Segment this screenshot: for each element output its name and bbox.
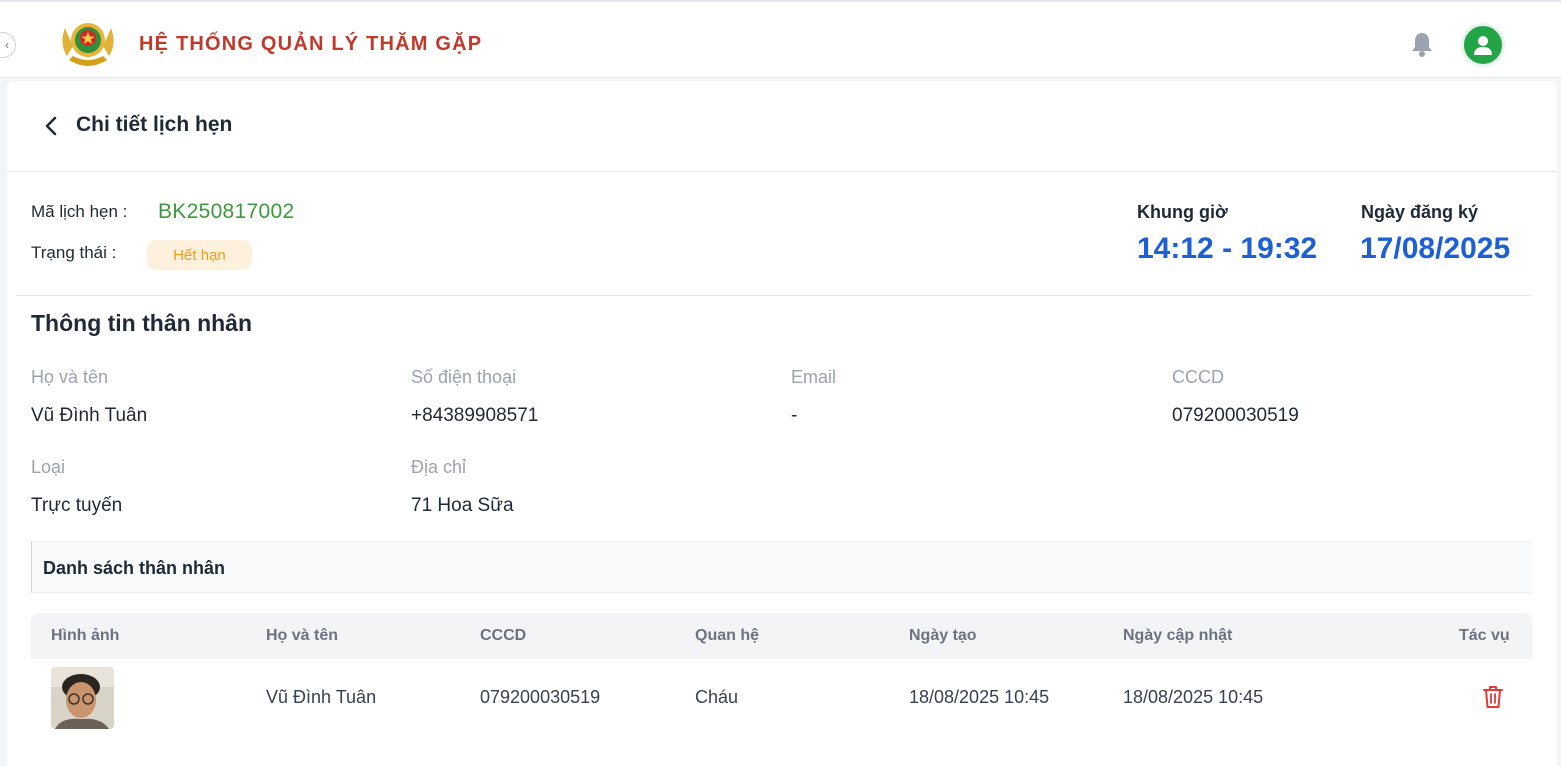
column-header-photo: Hình ảnh bbox=[51, 627, 120, 644]
page-title: Chi tiết lịch hẹn bbox=[76, 113, 233, 136]
table-header: Hình ảnh Họ và tên CCCD Quan hệ Ngày tạo… bbox=[31, 613, 1532, 659]
top-bar: ‹ HỆ THỐNG QUẢN LÝ THĂM GẶP bbox=[0, 0, 1561, 78]
field-value-fullname: Vũ Đình Tuân bbox=[31, 405, 148, 426]
trash-icon[interactable] bbox=[1481, 684, 1505, 710]
back-arrow-icon[interactable] bbox=[41, 115, 61, 137]
column-header-id: CCCD bbox=[480, 627, 527, 644]
booking-code-label: Mã lịch hẹn : bbox=[31, 202, 128, 221]
field-value-phone: +84389908571 bbox=[411, 405, 539, 426]
time-slot-label: Khung giờ bbox=[1137, 202, 1228, 222]
user-icon bbox=[1474, 36, 1492, 55]
app-title: HỆ THỐNG QUẢN LÝ THĂM GẶP bbox=[139, 33, 483, 55]
bell-icon[interactable] bbox=[1409, 30, 1435, 58]
relatives-list-header: Danh sách thân nhân bbox=[31, 541, 1532, 593]
column-header-updated: Ngày cập nhật bbox=[1123, 627, 1233, 644]
column-header-created: Ngày tạo bbox=[909, 627, 977, 644]
relative-info-title: Thông tin thân nhân bbox=[31, 310, 253, 336]
field-value-address: 71 Hoa Sữa bbox=[411, 495, 514, 516]
field-value-id: 079200030519 bbox=[1172, 405, 1299, 426]
sidebar-collapse-button[interactable]: ‹ bbox=[0, 32, 16, 58]
column-header-name: Họ và tên bbox=[266, 627, 339, 644]
cell-id: 079200030519 bbox=[480, 687, 601, 707]
booking-detail-card: Chi tiết lịch hẹn Mã lịch hẹn : BK250817… bbox=[7, 81, 1557, 766]
status-badge: Hết hạn bbox=[147, 240, 252, 270]
cell-name: Vũ Đình Tuân bbox=[266, 687, 377, 707]
booking-code-value: BK250817002 bbox=[158, 200, 295, 223]
status-label: Trạng thái : bbox=[31, 243, 117, 262]
column-header-relation: Quan hệ bbox=[695, 627, 760, 644]
cell-updated: 18/08/2025 10:45 bbox=[1123, 687, 1264, 707]
field-label-address: Địa chỉ bbox=[411, 457, 467, 477]
field-label-type: Loại bbox=[31, 457, 66, 477]
column-header-actions: Tác vụ bbox=[1459, 627, 1510, 644]
divider bbox=[16, 295, 1531, 296]
time-slot-value: 14:12 - 19:32 bbox=[1137, 232, 1318, 265]
relative-photo[interactable] bbox=[51, 667, 114, 729]
field-label-fullname: Họ và tên bbox=[31, 367, 109, 387]
field-value-type: Trực tuyến bbox=[31, 495, 123, 516]
relatives-table: Hình ảnh Họ và tên CCCD Quan hệ Ngày tạo… bbox=[31, 613, 1532, 737]
field-label-email: Email bbox=[791, 367, 837, 387]
relatives-list-title: Danh sách thân nhân bbox=[43, 558, 226, 578]
field-label-id: CCCD bbox=[1172, 367, 1224, 387]
registration-date-value: 17/08/2025 bbox=[1360, 232, 1511, 265]
registration-date-label: Ngày đăng ký bbox=[1361, 202, 1479, 222]
table-row: Vũ Đình Tuân 079200030519 Cháu 18/08/202… bbox=[31, 659, 1532, 737]
cell-relation: Cháu bbox=[695, 687, 739, 707]
cell-created: 18/08/2025 10:45 bbox=[909, 687, 1050, 707]
field-value-email: - bbox=[791, 405, 798, 426]
emblem-logo bbox=[62, 23, 114, 66]
user-avatar-button[interactable] bbox=[1461, 23, 1505, 67]
chevron-left-icon: ‹ bbox=[5, 38, 9, 52]
card-header: Chi tiết lịch hẹn bbox=[7, 81, 1557, 172]
field-label-phone: Số điện thoại bbox=[411, 367, 517, 387]
